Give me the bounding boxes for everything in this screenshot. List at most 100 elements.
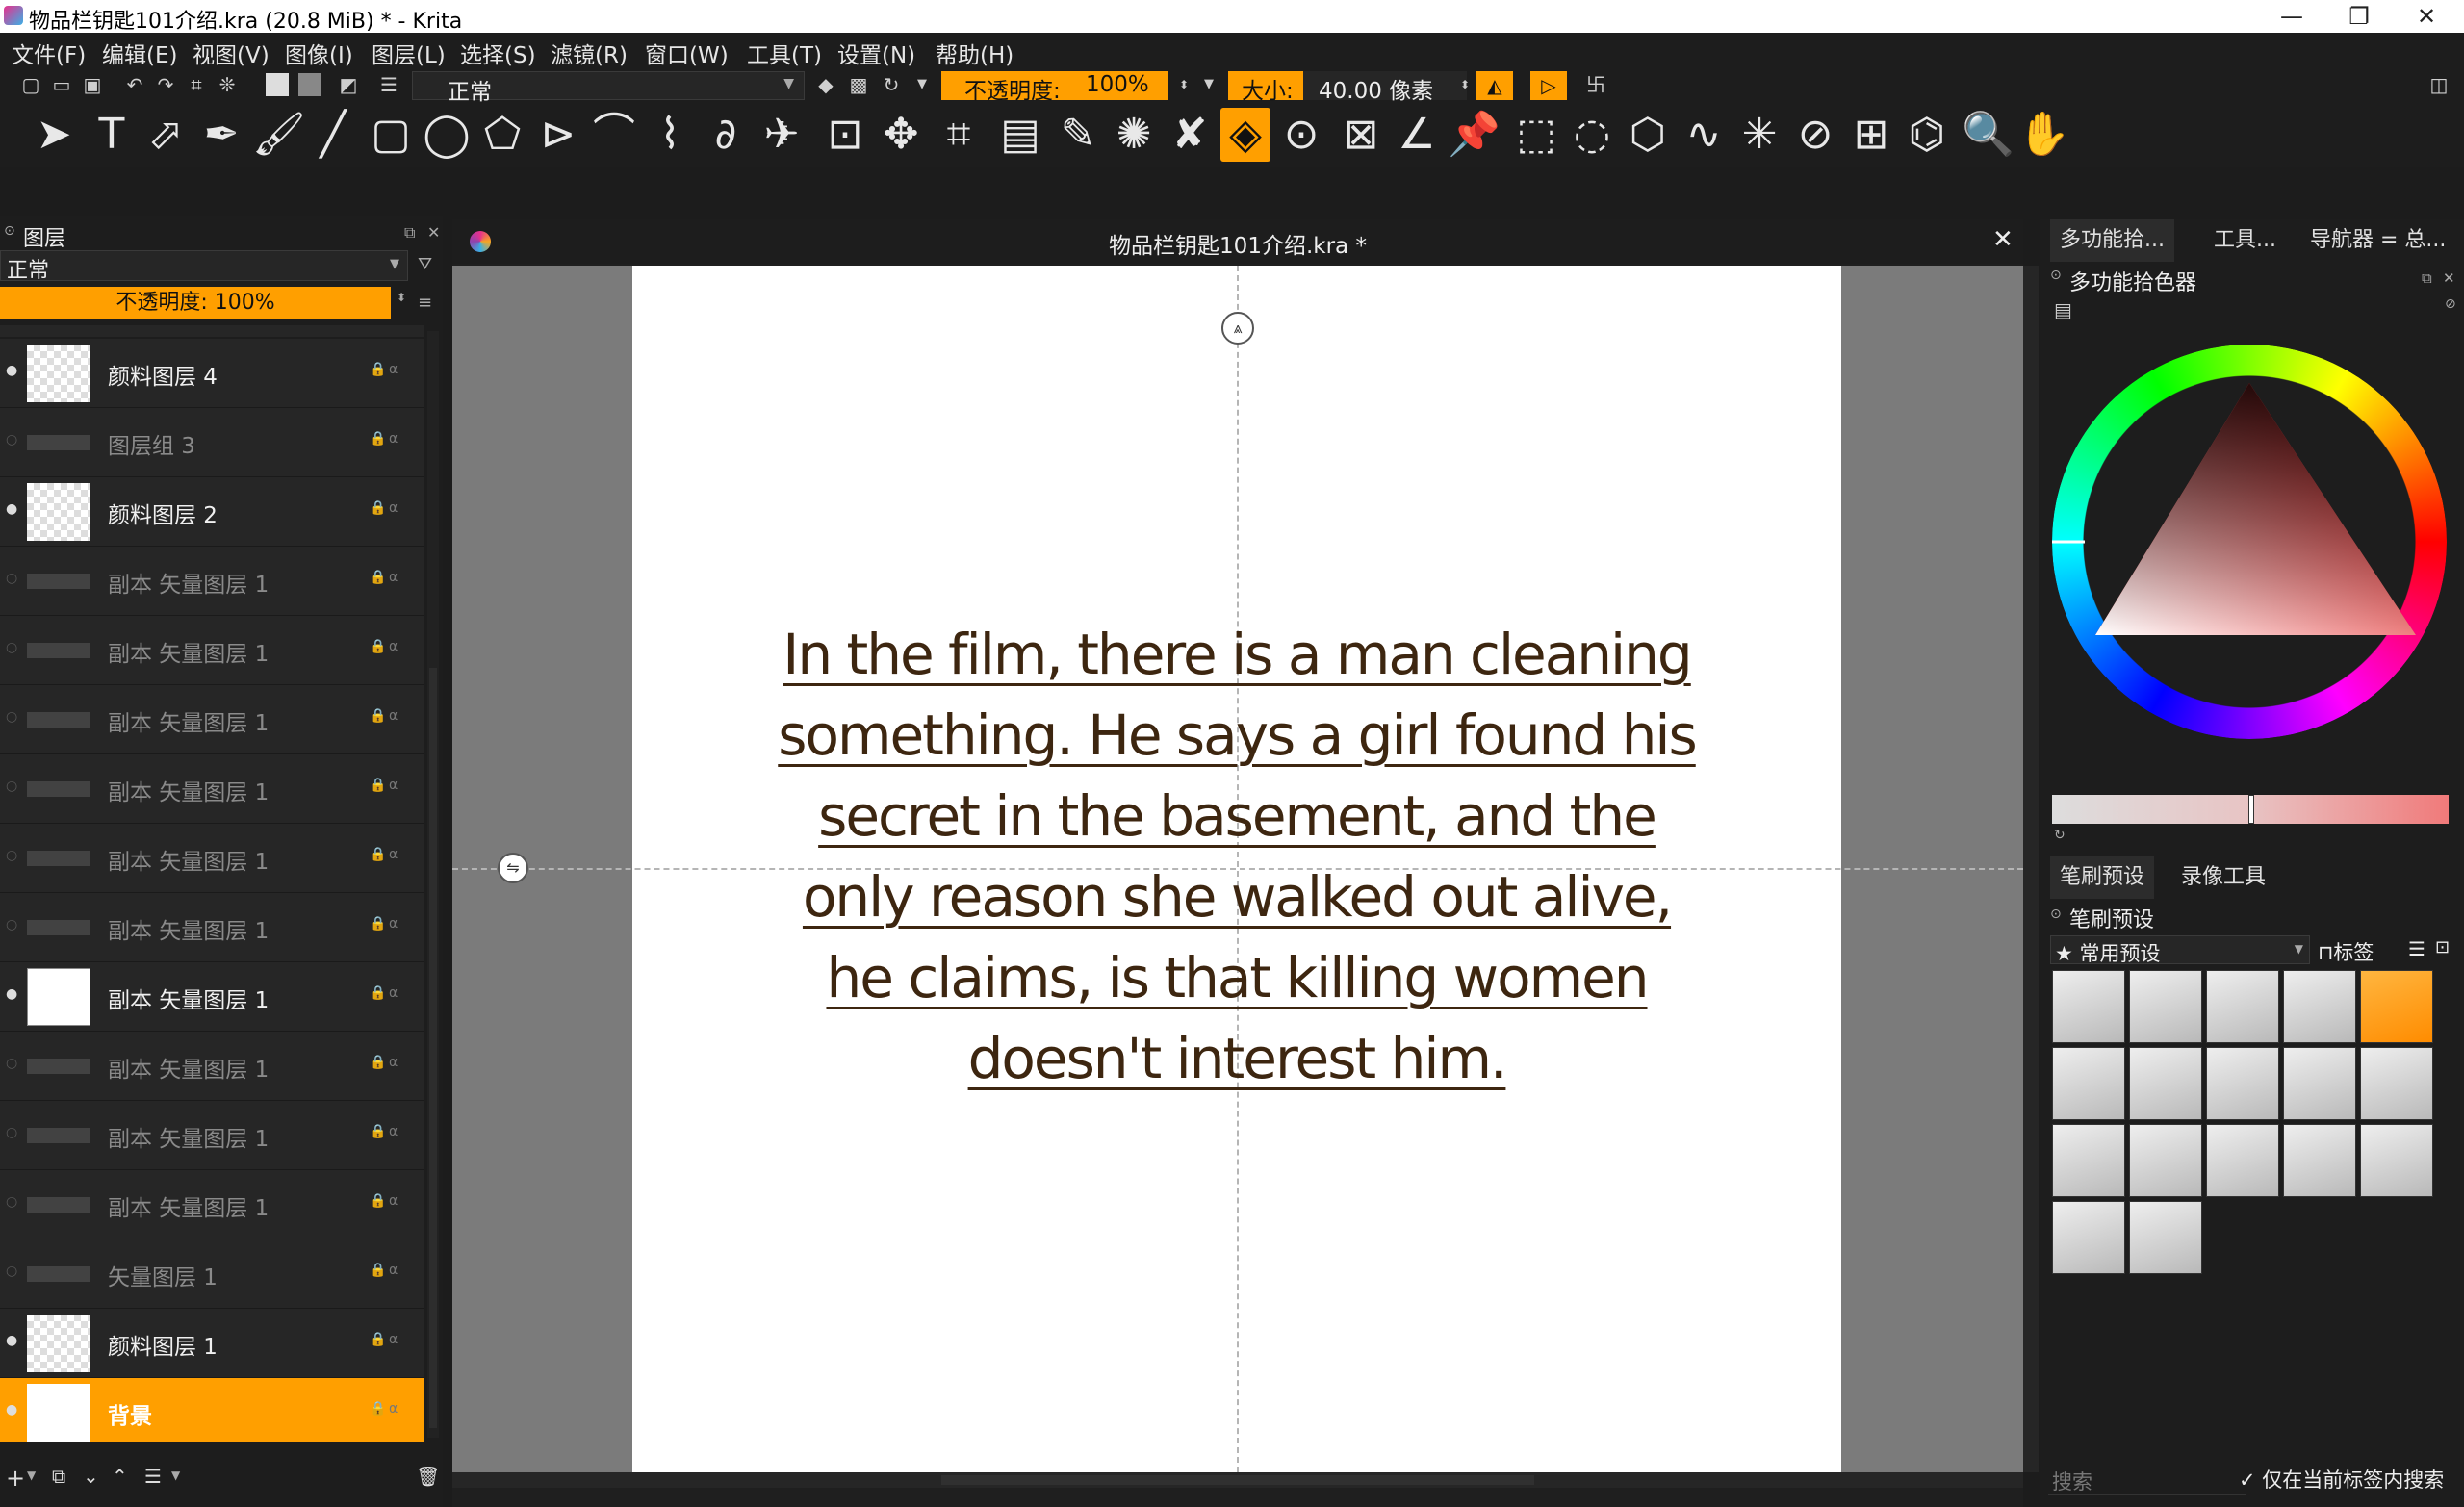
layer-row[interactable]: ○ 图层组 3 🔒 α — [0, 408, 424, 477]
select-shapes-tool-icon[interactable]: ➤ — [29, 108, 79, 162]
eye-icon[interactable]: ● — [6, 1403, 19, 1417]
move-layer-up-icon[interactable]: ⌃ — [112, 1465, 128, 1488]
layer-row[interactable]: ○ 副本 矢量图层 1 🔒 α — [0, 1170, 424, 1239]
alpha-lock-icon[interactable]: α — [389, 1124, 398, 1139]
layer-row[interactable]: ● 背景 🔒 α — [0, 1378, 424, 1442]
layer-row[interactable]: ○ 副本 矢量图层 1 🔒 α — [0, 754, 424, 824]
alpha-lock-icon[interactable]: α — [389, 708, 398, 724]
move-tool-icon[interactable]: ✥ — [876, 108, 926, 162]
lock-icon[interactable]: 🔒 — [370, 708, 386, 724]
lock-icon[interactable]: 🔒 — [370, 1124, 386, 1139]
lock-icon[interactable]: 🔒 — [370, 847, 386, 862]
open-document-icon[interactable]: ▭ — [50, 73, 73, 96]
color-selector-settings-icon[interactable]: ▤ — [2054, 298, 2072, 321]
brush-preset[interactable] — [2052, 1047, 2125, 1120]
tab-brush-presets[interactable]: 笔刷预设 — [2050, 856, 2155, 899]
layer-row[interactable]: ○ 副本 矢量图层 1 🔒 α — [0, 1101, 424, 1170]
layer-row[interactable]: ● 副本 矢量图层 1 🔒 α — [0, 962, 424, 1032]
line-tool-icon[interactable]: ╱ — [308, 108, 358, 162]
lock-icon[interactable]: 🔒 — [370, 570, 386, 585]
brush-preset[interactable] — [2206, 970, 2279, 1043]
panel-lock-icon[interactable]: ⊙ — [2050, 268, 2062, 283]
eye-hidden-icon[interactable]: ○ — [6, 1195, 19, 1209]
reset-icon[interactable]: ↻ — [880, 73, 903, 96]
close-document-icon[interactable]: ✕ — [1992, 225, 2014, 254]
alpha-lock-icon[interactable]: α — [389, 1193, 398, 1209]
new-document-icon[interactable]: ▢ — [19, 73, 42, 96]
menu-layer[interactable]: 图层(L) — [372, 37, 446, 69]
text-tool-icon[interactable]: T — [87, 108, 137, 162]
alpha-lock-icon[interactable]: ▩ — [847, 73, 870, 96]
delete-layer-icon[interactable]: 🗑 — [416, 1465, 440, 1488]
menu-edit[interactable]: 编辑(E) — [102, 37, 177, 69]
menu-image[interactable]: 图像(I) — [285, 37, 353, 69]
close-panel-icon[interactable]: ✕ — [2443, 269, 2455, 287]
chevron-down-icon[interactable]: ▼ — [27, 1469, 36, 1482]
swap-colors-icon[interactable]: ◩ — [337, 73, 360, 96]
brush-preset[interactable] — [2206, 1047, 2279, 1120]
tab-recorder[interactable]: 录像工具 — [2171, 856, 2275, 899]
eye-hidden-icon[interactable]: ○ — [6, 433, 19, 447]
menu-select[interactable]: 选择(S) — [460, 37, 536, 69]
alpha-lock-icon[interactable]: α — [389, 500, 398, 516]
lock-icon[interactable]: 🔒 — [370, 916, 386, 932]
layer-row[interactable]: ○ 矢量图层 1 🔒 α — [0, 1239, 424, 1309]
redo-icon[interactable]: ↷ — [154, 73, 177, 96]
similar-color-selection-tool-icon[interactable]: ⊘ — [1790, 108, 1840, 162]
menu-settings[interactable]: 设置(N) — [837, 37, 915, 69]
close-window-button[interactable]: ✕ — [2397, 0, 2456, 33]
zoom-tool-icon[interactable]: 🔍 — [1962, 108, 2015, 162]
freehand-selection-tool-icon[interactable]: ∿ — [1679, 108, 1729, 162]
dynamic-brush-tool-icon[interactable]: ∂ — [701, 108, 751, 162]
add-layer-icon[interactable]: + — [6, 1465, 25, 1492]
brush-preset[interactable] — [2052, 1201, 2125, 1274]
filter-icon[interactable]: ⛛ — [418, 254, 432, 274]
canvas-horizontal-scrollbar[interactable] — [452, 1472, 2023, 1488]
undo-icon[interactable]: ↶ — [123, 73, 146, 96]
eraser-mode-icon[interactable]: ◆ — [814, 73, 837, 96]
lock-icon[interactable]: 🔒 — [370, 1332, 386, 1347]
eye-hidden-icon[interactable]: ○ — [6, 779, 19, 793]
eye-icon[interactable]: ● — [6, 502, 19, 516]
layer-list[interactable]: ● 颜料图层 4 🔒 α ○ 图层组 3 🔒 α ● 颜料图层 2 🔒 α ○ 副本 矢量图层 1 🔒 α ○ 副… — [0, 325, 443, 1442]
chevron-down-icon[interactable]: ▼ — [171, 1469, 180, 1482]
lock-icon[interactable]: 🔒 — [370, 1193, 386, 1209]
layer-properties-icon[interactable]: ☰ — [144, 1465, 162, 1488]
elliptical-selection-tool-icon[interactable]: ◌ — [1567, 108, 1617, 162]
eye-icon[interactable]: ● — [6, 987, 19, 1001]
brush-preset[interactable] — [2283, 1124, 2356, 1197]
menu-file[interactable]: 文件(F) — [12, 37, 86, 69]
import-presets-icon[interactable]: ⊡ — [2435, 937, 2450, 958]
assistant-tool-icon[interactable]: ✘ — [1165, 108, 1215, 162]
multibrush-tool-icon[interactable]: ✈ — [757, 108, 807, 162]
layer-row[interactable]: ○ 副本 矢量图层 1 🔒 α — [0, 616, 424, 685]
lock-icon[interactable]: 🔒 — [370, 985, 386, 1001]
menu-filter[interactable]: 滤镜(R) — [551, 37, 628, 69]
alpha-lock-icon[interactable]: α — [389, 916, 398, 932]
blend-mode-select[interactable]: 正常 ▼ — [412, 71, 805, 105]
preset-filter-select[interactable]: ★ 常用预设 ▼ — [2050, 935, 2310, 965]
menu-window[interactable]: 窗口(W) — [645, 37, 729, 69]
brush-preset[interactable] — [2360, 1124, 2433, 1197]
brush-preset[interactable] — [2129, 1124, 2202, 1197]
rectangular-selection-tool-icon[interactable]: ⬚ — [1511, 108, 1561, 162]
bezier-curve-tool-icon[interactable]: ⌒ — [589, 108, 639, 162]
tag-button[interactable]: ⊓标签 — [2318, 937, 2374, 966]
layer-row[interactable]: ○ 副本 矢量图层 1 🔒 α — [0, 547, 424, 616]
pan-tool-icon[interactable]: ✋ — [2017, 108, 2070, 162]
layer-row[interactable]: ○ 副本 矢量图层 1 🔒 α — [0, 1032, 424, 1101]
brush-preset[interactable] — [2283, 970, 2356, 1043]
size-slider[interactable]: 大小: 40.00 像素 — [1228, 71, 1467, 104]
eye-hidden-icon[interactable]: ○ — [6, 1264, 19, 1278]
alpha-lock-icon[interactable]: α — [389, 570, 398, 585]
ellipse-tool-icon[interactable]: ◯ — [422, 108, 472, 162]
polygon-tool-icon[interactable]: ⬠ — [477, 108, 527, 162]
lock-icon[interactable]: 🔒 — [370, 778, 386, 793]
alpha-lock-icon[interactable]: α — [389, 431, 398, 447]
color-wheel[interactable] — [2052, 345, 2447, 739]
eye-hidden-icon[interactable]: ○ — [6, 572, 19, 585]
wrap-icon[interactable]: ❊ — [216, 73, 239, 96]
alpha-lock-icon[interactable]: α — [389, 639, 398, 654]
color-options-icon[interactable]: ⊘ — [2445, 296, 2456, 312]
layer-row[interactable]: ● 颜料图层 2 🔒 α — [0, 477, 424, 547]
